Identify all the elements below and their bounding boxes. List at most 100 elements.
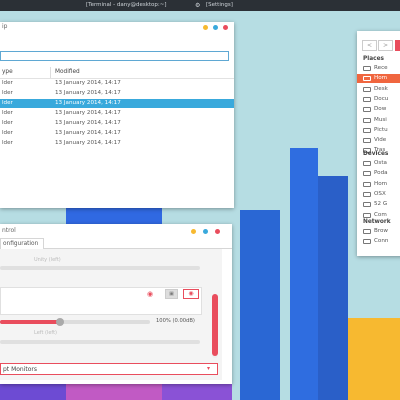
sidebar-item-label: Brow	[374, 228, 389, 234]
column-modified[interactable]: Modified	[55, 69, 80, 75]
lock-button[interactable]: ▣	[165, 289, 178, 299]
sidebar-item-label: Vide	[374, 137, 387, 144]
path-button[interactable]	[395, 40, 400, 51]
file-row[interactable]: lder 13 January 2014, 14:17	[0, 119, 234, 128]
faded-label-bottom: Left (left)	[34, 330, 57, 336]
sidebar-item-label: Rece	[374, 65, 388, 71]
sidebar-item-places[interactable]: Vide	[363, 136, 400, 145]
taskbar-terminal[interactable]: [Terminal - dany@desktop:~]	[86, 2, 167, 8]
drive-icon	[363, 202, 371, 208]
chevron-down-icon: ▾	[207, 365, 211, 372]
file-row[interactable]: lder 13 January 2014, 14:17	[0, 99, 234, 108]
sidebar-item-label: Musi	[374, 116, 387, 123]
sound-settings-window: ntrol onfiguration Unity (left) ◉ ▣ ◉ 10…	[0, 224, 232, 384]
top-panel: [Terminal - dany@desktop:~] ⚙ [Settings]	[0, 0, 400, 11]
file-row[interactable]: lder 13 January 2014, 14:17	[0, 79, 234, 88]
volume-slider[interactable]	[0, 318, 150, 326]
maximize-button[interactable]	[213, 25, 218, 30]
folder-icon	[363, 86, 371, 92]
disabled-slider-top	[0, 266, 200, 270]
mute-toggle[interactable]: ◉	[183, 289, 199, 299]
sidebar-item-places[interactable]: Pictu	[363, 126, 400, 135]
file-manager-window: ip ype Modified lder 13 January 2014, 14:…	[0, 22, 234, 208]
sidebar-item-places[interactable]: Dow	[363, 105, 400, 114]
sidebar-item-label: 52 G	[374, 201, 388, 208]
file-browser-window: < > Places Rece Hom Desk Docu Dow Musi Pictu Vi…	[357, 31, 400, 256]
file-type: lder	[2, 90, 13, 96]
drive-icon	[363, 191, 371, 197]
building-yellow	[348, 318, 400, 400]
sidebar-item-devices[interactable]: Poda	[363, 169, 400, 178]
close-button[interactable]	[215, 229, 220, 234]
network-icon	[363, 239, 371, 245]
drive-icon	[363, 212, 371, 218]
maximize-button[interactable]	[203, 229, 208, 234]
column-type[interactable]: ype	[2, 69, 13, 75]
back-button[interactable]: <	[362, 40, 377, 51]
sidebar-item-devices[interactable]: Osta	[363, 159, 400, 168]
file-modified: 13 January 2014, 14:17	[55, 140, 121, 146]
sidebar-item-label: Poda	[374, 170, 388, 177]
file-row[interactable]: lder 13 January 2014, 14:17	[0, 129, 234, 138]
tab-label: onfiguration	[3, 241, 39, 247]
minimize-button[interactable]	[191, 229, 196, 234]
window-title: ip	[2, 23, 8, 30]
file-type: lder	[2, 120, 13, 126]
close-button[interactable]	[223, 25, 228, 30]
sidebar-item-label: Hom	[374, 180, 388, 187]
folder-icon	[363, 66, 371, 71]
sidebar-item-devices[interactable]: OSX	[363, 190, 400, 199]
building-violet	[162, 382, 232, 400]
file-type: lder	[2, 80, 13, 86]
drive-icon	[363, 161, 371, 166]
network-heading: Network	[363, 219, 391, 225]
folder-icon	[363, 138, 371, 144]
sidebar-item-label: Dow	[374, 106, 387, 113]
disabled-slider-bottom	[0, 340, 200, 344]
sidebar-item-places[interactable]: Desk	[363, 85, 400, 94]
file-type: lder	[2, 130, 13, 136]
sidebar-item-label: OSX	[374, 190, 386, 197]
window-title: ntrol	[2, 227, 16, 234]
tab-configuration[interactable]: onfiguration	[0, 238, 44, 249]
sidebar-item-network[interactable]: Brow	[363, 227, 400, 236]
location-bar[interactable]	[0, 51, 229, 61]
port-dropdown[interactable]: pt Monitors ▾	[0, 363, 218, 375]
network-icon	[363, 229, 371, 234]
devices-heading: Devices	[363, 151, 389, 157]
places-heading: Places	[363, 56, 384, 62]
building-purple-left	[0, 382, 66, 400]
vertical-scrollbar[interactable]	[212, 294, 218, 358]
sidebar-item-places[interactable]: Hom	[357, 74, 400, 84]
file-modified: 13 January 2014, 14:17	[55, 130, 121, 136]
folder-icon	[363, 96, 371, 102]
file-row[interactable]: lder 13 January 2014, 14:17	[0, 139, 234, 148]
sidebar-item-label: Conn	[374, 238, 389, 245]
file-type: lder	[2, 140, 13, 146]
sidebar-item-places[interactable]: Docu	[363, 95, 400, 104]
sidebar-item-label: Desk	[374, 85, 388, 92]
file-row[interactable]: lder 13 January 2014, 14:17	[0, 89, 234, 98]
folder-icon	[363, 107, 371, 113]
level-readout: 100% (0.00dB)	[156, 318, 195, 324]
volume-slider-knob[interactable]	[56, 318, 64, 326]
scrollbar-thumb[interactable]	[212, 294, 218, 356]
volume-slider-fill	[0, 320, 60, 324]
folder-icon	[363, 127, 371, 133]
file-row[interactable]: lder 13 January 2014, 14:17	[0, 109, 234, 118]
building-tower-left	[290, 148, 318, 400]
dropdown-value: pt Monitors	[3, 366, 38, 373]
sidebar-item-network[interactable]: Conn	[363, 237, 400, 246]
sidebar-item-places[interactable]: Musi	[363, 116, 400, 125]
file-type: lder	[2, 100, 13, 106]
eye-icon[interactable]: ◉	[147, 290, 153, 298]
sidebar-item-places[interactable]: Rece	[363, 64, 400, 73]
file-modified: 13 January 2014, 14:17	[55, 110, 121, 116]
sidebar-item-devices[interactable]: 52 G	[363, 200, 400, 209]
taskbar-settings[interactable]: [Settings]	[206, 2, 233, 8]
forward-button[interactable]: >	[378, 40, 393, 51]
sidebar-item-label: Docu	[374, 95, 389, 102]
building-tower-mid	[318, 176, 348, 400]
minimize-button[interactable]	[203, 25, 208, 30]
sidebar-item-devices[interactable]: Hom	[363, 180, 400, 189]
